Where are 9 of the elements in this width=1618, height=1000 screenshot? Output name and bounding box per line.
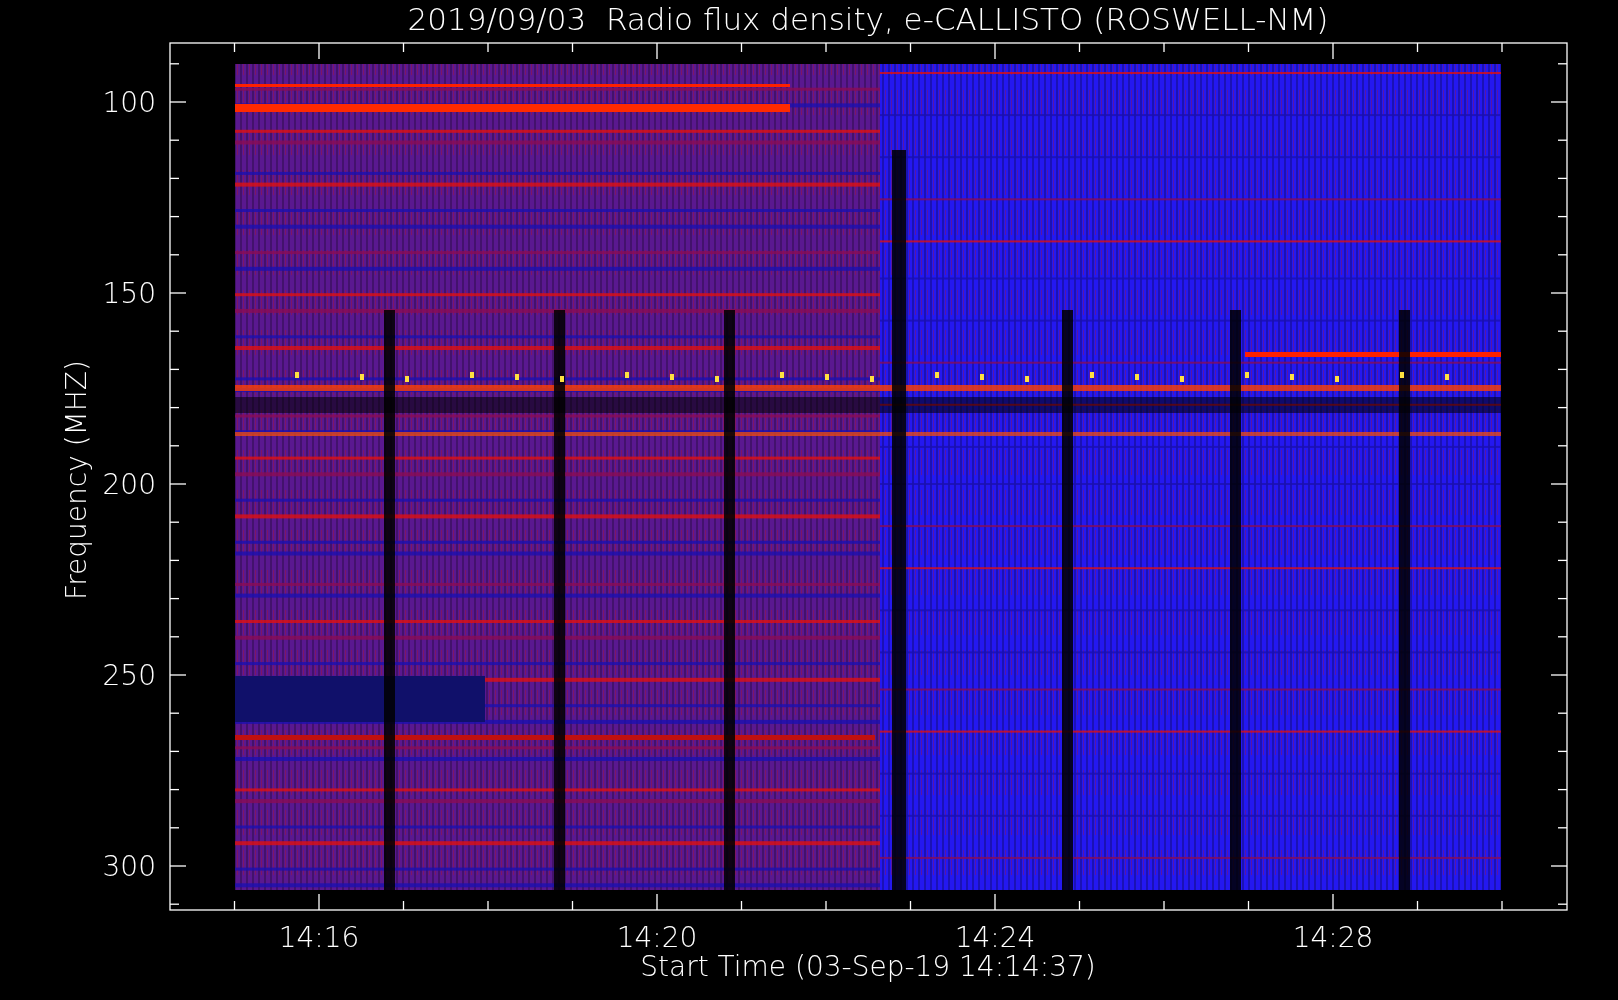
axis-title: Frequency (MHZ) (60, 360, 93, 600)
chart-title: 2019/09/03 Radio flux density, e-CALLISTO (ROSWELL-NM) (407, 1, 1329, 37)
axis-tick-label: 14:16 (278, 921, 360, 954)
axis-tick-label: 100 (102, 86, 156, 119)
axis-tick-label: 14:28 (1292, 921, 1374, 954)
axis-tick-label: 300 (102, 850, 156, 883)
axis-tick-label: 150 (102, 277, 156, 310)
axis-tick-label: 250 (102, 659, 156, 692)
axis-tick-label: 200 (102, 468, 156, 501)
